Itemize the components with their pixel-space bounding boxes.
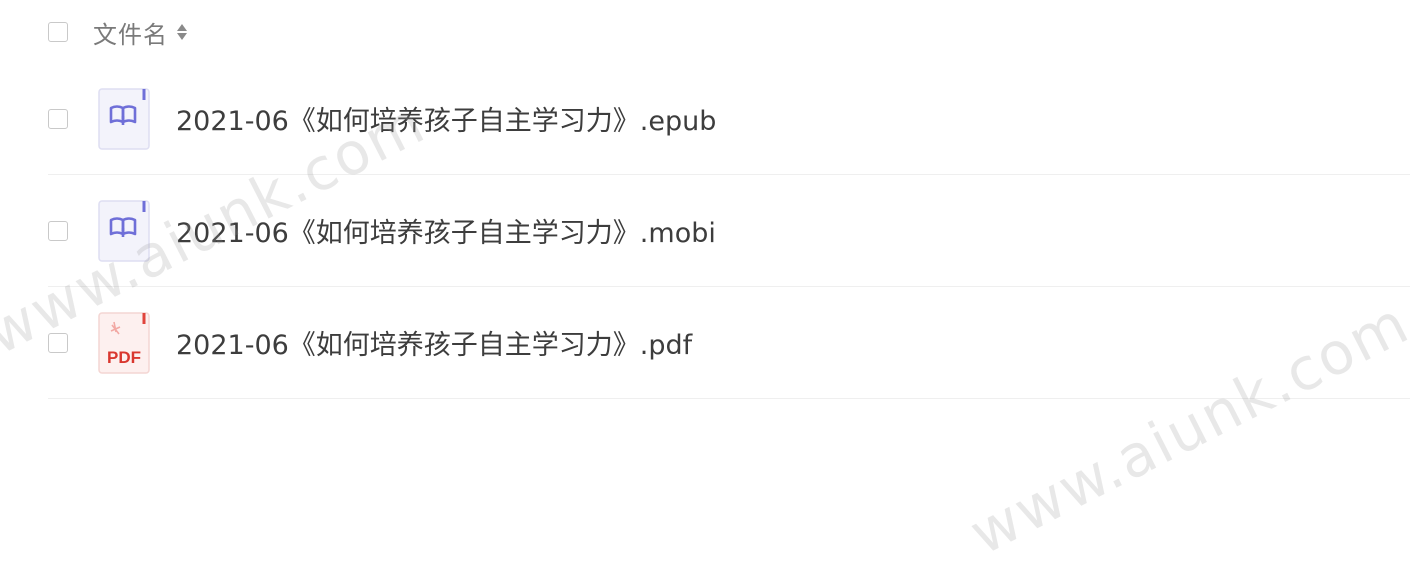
file-name[interactable]: 2021-06《如何培养孩子自主学习力》.mobi: [176, 211, 716, 250]
file-list-header: 文件名: [48, 14, 1410, 50]
file-checkbox[interactable]: [48, 220, 68, 241]
file-list-page: 文件名 2021-06《如何培养孩子自主学习力》.epub 2021-06《如何…: [0, 0, 1410, 588]
ebook-icon: [98, 87, 150, 150]
file-checkbox[interactable]: [48, 332, 68, 353]
file-name[interactable]: 2021-06《如何培养孩子自主学习力》.epub: [176, 99, 716, 138]
sort-icon[interactable]: [176, 21, 188, 43]
filename-column-header[interactable]: 文件名: [93, 15, 168, 50]
file-row-mobi[interactable]: 2021-06《如何培养孩子自主学习力》.mobi: [48, 175, 1410, 287]
pdf-icon-label: PDF: [107, 348, 141, 367]
pdf-icon: PDF: [98, 311, 150, 374]
select-all-checkbox[interactable]: [48, 22, 68, 42]
file-row-pdf[interactable]: PDF 2021-06《如何培养孩子自主学习力》.pdf: [48, 287, 1410, 399]
file-checkbox[interactable]: [48, 108, 68, 129]
file-name[interactable]: 2021-06《如何培养孩子自主学习力》.pdf: [176, 323, 692, 362]
ebook-icon: [98, 199, 150, 262]
file-row-epub[interactable]: 2021-06《如何培养孩子自主学习力》.epub: [48, 63, 1410, 175]
